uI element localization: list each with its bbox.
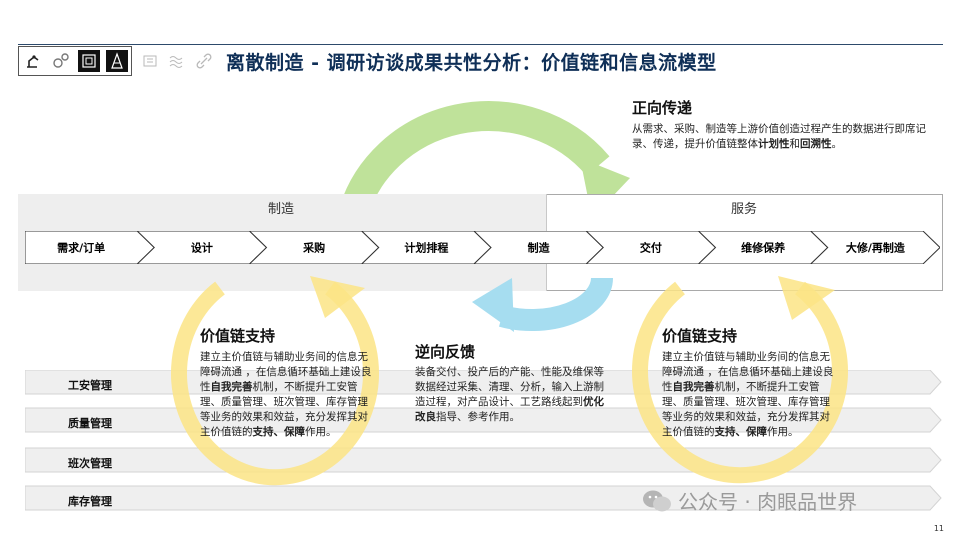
header-rule	[18, 44, 943, 45]
forward-description: 从需求、采购、制造等上游价值创造过程产生的数据进行即席记录、传递，提升价值链整体…	[632, 123, 926, 150]
value-chain-stages: 需求/订单 设计 采购 计划排程 制造 交付 维修保养 大修/再制造	[25, 231, 940, 264]
wechat-icon	[643, 490, 671, 511]
header-icon-group	[18, 46, 132, 76]
stage-label: 维修保养	[741, 241, 786, 255]
stage-label: 采购	[302, 241, 325, 255]
stage-chevron: 制造	[473, 231, 604, 264]
stage-chevron: 计划排程	[361, 231, 492, 264]
stage-chevron: 设计	[136, 231, 268, 264]
stage-chevron: 大修/再制造	[810, 231, 940, 264]
stage-chevron: 采购	[248, 231, 380, 264]
support-left-heading: 价值链支持	[200, 327, 276, 345]
stage-label: 大修/再制造	[846, 241, 906, 255]
link-icon	[193, 50, 215, 72]
segment-label-service: 服务	[731, 202, 758, 217]
segment-label-manufacturing: 制造	[268, 202, 295, 217]
support-bar-label: 库存管理	[68, 495, 112, 508]
watermark-text: 公众号 · 肉眼品世界	[678, 490, 858, 514]
backward-heading: 逆向反馈	[415, 343, 476, 361]
circuit-board-icon	[78, 50, 100, 72]
support-bar-label: 工安管理	[68, 379, 112, 392]
gadget-icon	[139, 50, 161, 72]
robot-arm-icon	[22, 50, 44, 72]
stage-label: 需求/订单	[57, 241, 105, 255]
backward-arrow	[472, 277, 614, 332]
support-left-description: 建立主价值链与辅助业务间的信息无障碍流通 ，在信息循环基础上建设良性自我完善机制…	[200, 351, 372, 438]
page-number: 11	[933, 524, 944, 533]
page-title: 离散制造 - 调研访谈成果共性分析：价值链和信息流模型	[226, 52, 717, 74]
stage-label: 交付	[640, 241, 662, 255]
stage-label: 制造	[528, 241, 551, 255]
tower-icon	[106, 50, 128, 72]
stage-label: 设计	[191, 241, 213, 255]
support-bar-label: 班次管理	[68, 457, 112, 470]
waves-icon	[166, 50, 188, 72]
support-right-description: 建立主价值链与辅助业务间的信息无障碍流通 ，在信息循环基础上建设良性自我完善机制…	[662, 351, 834, 438]
support-right-heading: 价值链支持	[662, 327, 738, 345]
stage-label: 计划排程	[404, 241, 448, 255]
support-bar-label: 质量管理	[68, 417, 112, 430]
stage-chevron: 需求/订单	[25, 231, 155, 264]
stage-chevron: 交付	[585, 231, 717, 264]
backward-description: 装备交付、投产后的产能、性能及维保等数据经过采集、清理、分析，输入上游制造过程，…	[415, 366, 604, 423]
watermark: 公众号 · 肉眼品世界	[642, 486, 857, 515]
faded-icon-group	[136, 46, 218, 76]
gears-icon	[50, 50, 72, 72]
stage-chevron: 维修保养	[697, 231, 829, 264]
forward-heading: 正向传递	[632, 99, 693, 117]
